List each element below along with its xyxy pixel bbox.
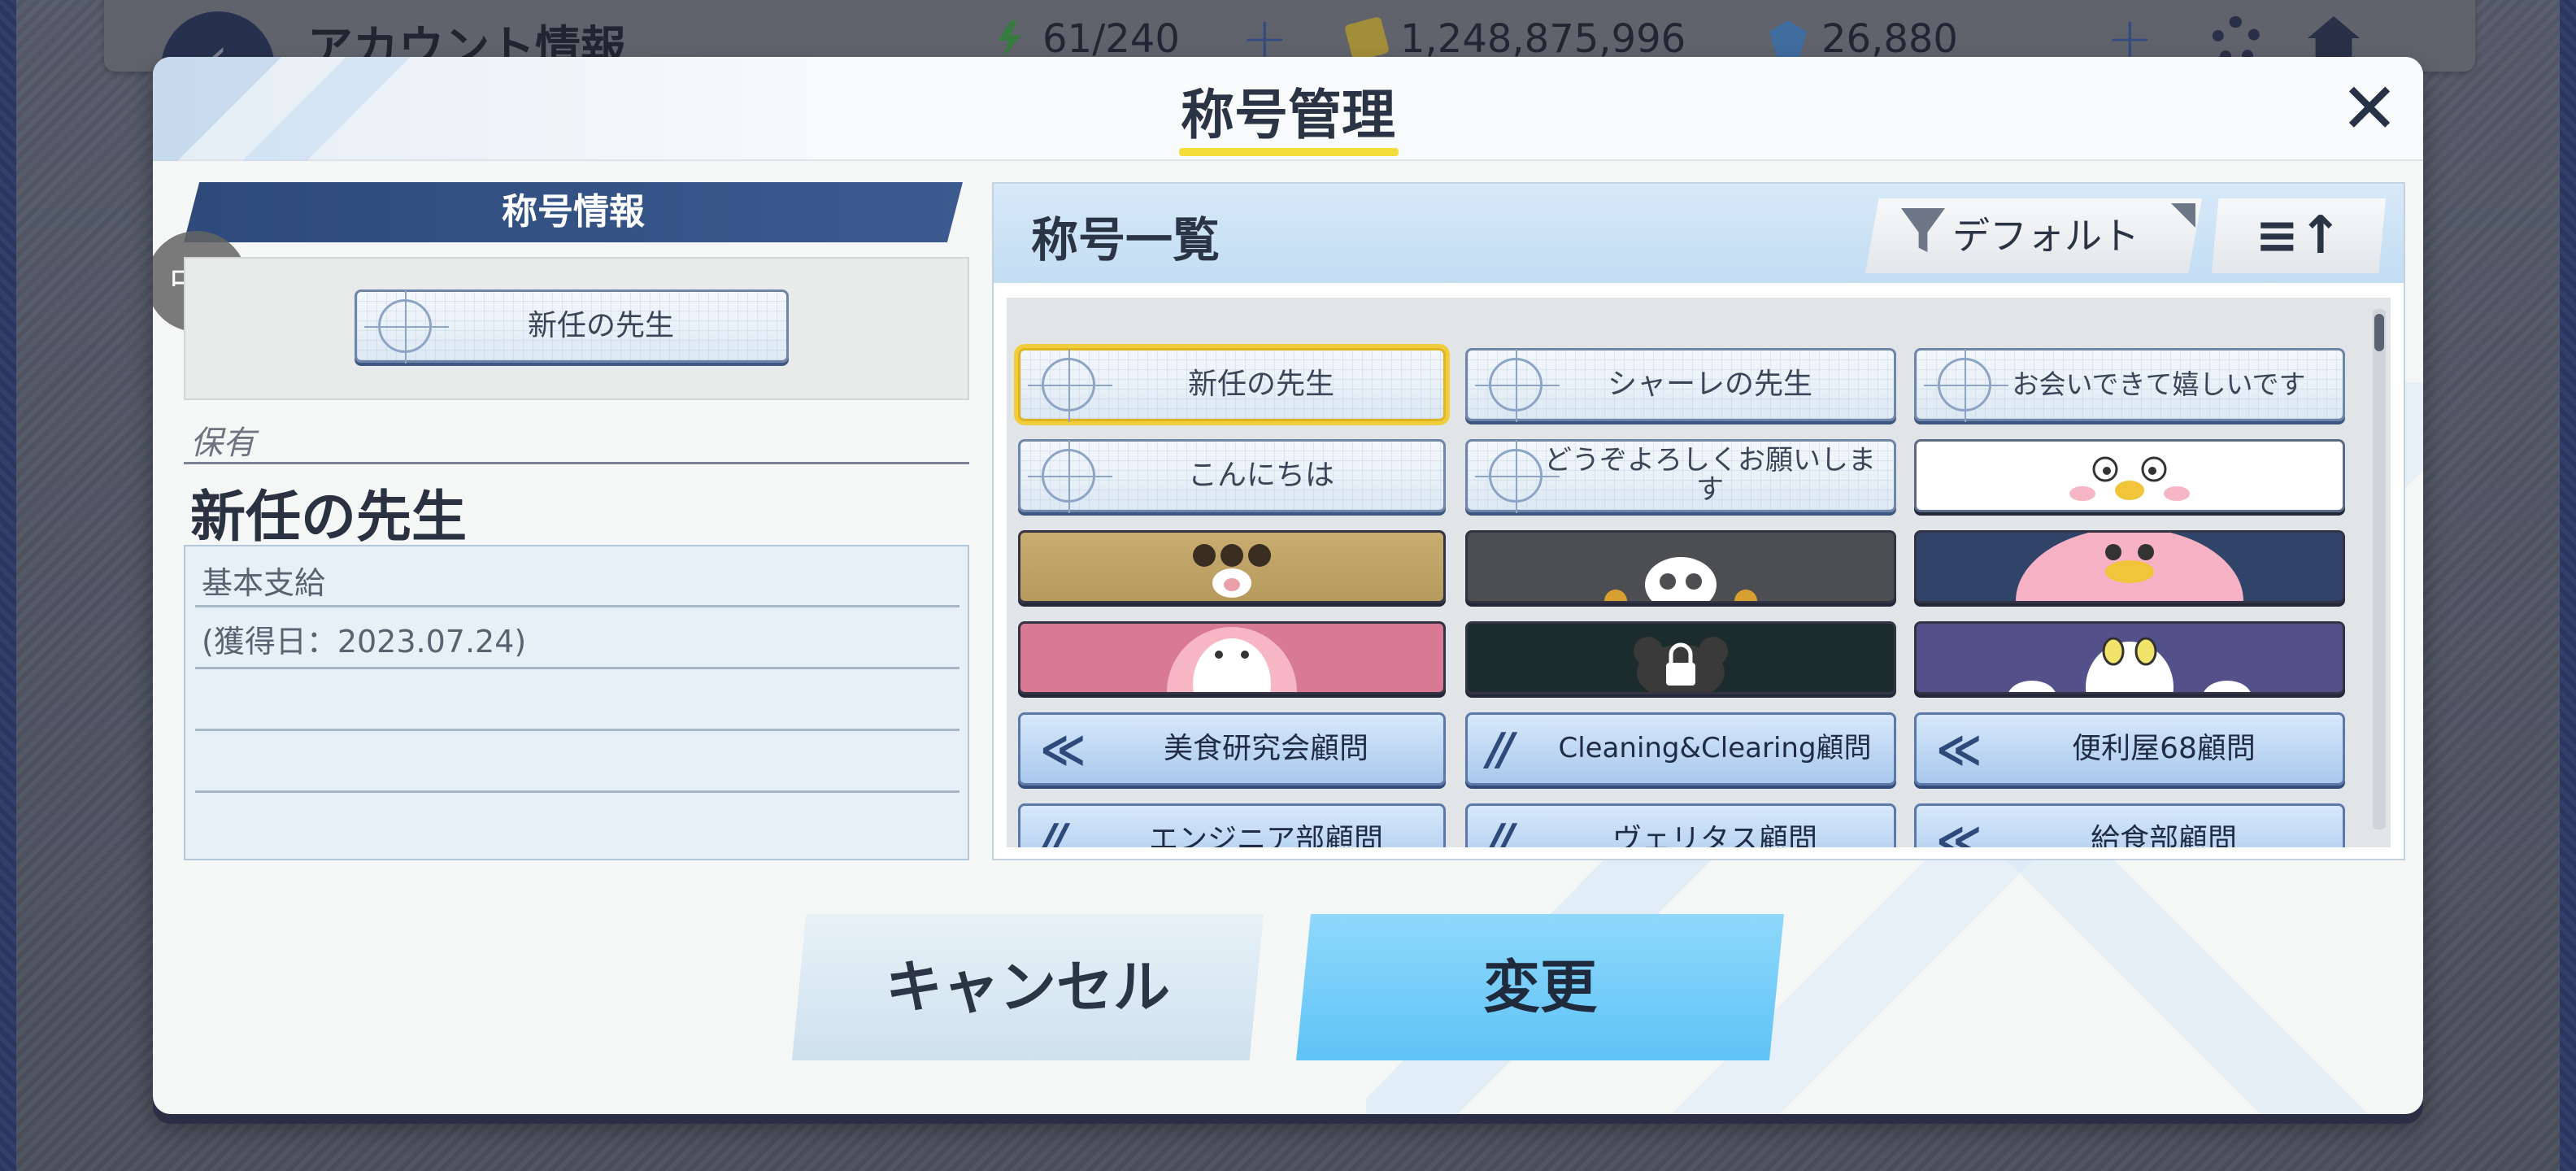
crosshair-icon — [1028, 440, 1112, 513]
description-rule — [195, 729, 959, 731]
school-emblem-icon: ≪ — [1040, 723, 1086, 775]
title-management-dialog: 称号管理 ✕ 称号情報 中A 新任の先生 保有 新任の先生 基本支給 (獲得日：… — [153, 57, 2423, 1114]
description-line-1: 基本支給 — [202, 565, 326, 601]
equipped-title-box: 新任の先生 — [184, 257, 969, 400]
title-item-label: シャーレの先生 — [1607, 368, 1812, 402]
title-item-bird-face[interactable] — [1914, 439, 2345, 512]
penguin-face-icon — [2016, 533, 2243, 601]
title-item-schale-teacher[interactable]: シャーレの先生 — [1465, 348, 1896, 422]
title-item-veritas[interactable]: // ヴェリタス顧問 — [1465, 803, 1896, 847]
equipped-title-text: 新任の先生 — [527, 309, 674, 343]
title-item-label: Cleaning&Clearing顧問 — [1558, 732, 1872, 765]
owned-title-name: 新任の先生 — [190, 485, 468, 550]
school-emblem-icon: // — [1040, 814, 1067, 848]
dialog-title: 称号管理 — [1181, 84, 1395, 146]
owned-label: 保有 — [190, 424, 255, 462]
title-item-bunny-face[interactable] — [1018, 621, 1446, 694]
title-description-box: 基本支給 (獲得日：2023.07.24) — [184, 545, 969, 860]
lock-icon — [1634, 637, 1728, 692]
crosshair-icon — [364, 290, 449, 363]
description-line-2: (獲得日：2023.07.24) — [202, 624, 527, 660]
equipped-title-plate: 新任の先生 — [355, 289, 789, 363]
title-item-skull-face[interactable] — [1465, 530, 1896, 603]
description-rule — [195, 667, 959, 669]
description-rule — [195, 790, 959, 793]
header-decoration — [153, 57, 478, 161]
title-list-header: 称号一覧 デフォルト ≡↑ — [994, 184, 2404, 283]
dialog-header: 称号管理 ✕ — [153, 57, 2423, 161]
cat-face-icon — [2008, 637, 2251, 692]
crosshair-icon — [1475, 349, 1560, 422]
title-item-label: 美食研究会顧問 — [1163, 732, 1368, 766]
title-grid: 新任の先生 シャーレの先生 お会いできて嬉しいです こんにちは どうぞよろしくお… — [1007, 298, 2391, 847]
title-item-label: エンジニア部顧問 — [1148, 823, 1383, 847]
title-item-penguin-face[interactable] — [1914, 530, 2345, 603]
owned-divider — [184, 462, 969, 464]
title-item-problem-solver-68[interactable]: ≪ 便利屋68顧問 — [1914, 712, 2345, 786]
title-underline — [1179, 148, 1399, 156]
list-scrollbar-thumb[interactable] — [2374, 314, 2384, 351]
school-emblem-icon: ≪ — [1936, 814, 1982, 848]
title-item-label: お会いできて嬉しいです — [2012, 368, 2306, 400]
title-item-pleased[interactable]: どうぞよろしくお願いします — [1465, 439, 1896, 513]
title-item-label: 新任の先生 — [1187, 368, 1334, 402]
title-list-panel: 称号一覧 デフォルト ≡↑ 新任の先生 シャーレの先生 お会いできて嬉しいです — [992, 182, 2405, 860]
title-item-label: ヴェリタス顧問 — [1612, 823, 1817, 847]
title-item-label: どうぞよろしくお願いします — [1544, 444, 1876, 506]
change-button[interactable]: 変更 — [1296, 914, 1784, 1060]
school-emblem-icon: ≪ — [1936, 723, 1982, 775]
crosshair-icon — [1924, 349, 2008, 422]
description-rule — [195, 605, 959, 607]
list-scrollbar[interactable] — [2373, 309, 2386, 829]
title-item-new-teacher[interactable]: 新任の先生 — [1018, 348, 1446, 422]
title-item-label: 便利屋68顧問 — [2072, 732, 2256, 766]
school-emblem-icon: // — [1487, 814, 1514, 848]
title-list-heading: 称号一覧 — [1031, 212, 1221, 268]
bird-face-icon — [2069, 456, 2190, 501]
title-item-dog-face[interactable] — [1018, 530, 1446, 603]
title-item-hello[interactable]: こんにちは — [1018, 439, 1446, 513]
dog-face-icon — [1193, 544, 1271, 598]
school-emblem-icon: // — [1487, 723, 1514, 775]
title-item-label: こんにちは — [1187, 459, 1334, 493]
bunny-face-icon — [1167, 627, 1297, 692]
title-item-cat-face[interactable] — [1914, 621, 2345, 694]
title-item-cleaning-clearing[interactable]: // Cleaning&Clearing顧問 — [1465, 712, 1896, 786]
close-icon[interactable]: ✕ — [2337, 74, 2402, 144]
title-item-engineering-club[interactable]: // エンジニア部顧問 — [1018, 803, 1446, 847]
cancel-button[interactable]: キャンセル — [792, 914, 1264, 1060]
title-item-label: 給食部顧問 — [2090, 823, 2237, 847]
title-info-header: 称号情報 — [184, 182, 963, 242]
crosshair-icon — [1475, 440, 1560, 513]
title-item-locked[interactable] — [1465, 621, 1896, 694]
crosshair-icon — [1028, 349, 1112, 422]
sort-ascending-icon[interactable]: ≡↑ — [2212, 198, 2386, 273]
skull-face-icon — [1604, 557, 1757, 601]
title-item-gourmet-club[interactable]: ≪ 美食研究会顧問 — [1018, 712, 1446, 786]
title-item-nice-to-meet[interactable]: お会いできて嬉しいです — [1914, 348, 2345, 422]
title-item-school-lunch-club[interactable]: ≪ 給食部顧問 — [1914, 803, 2345, 847]
